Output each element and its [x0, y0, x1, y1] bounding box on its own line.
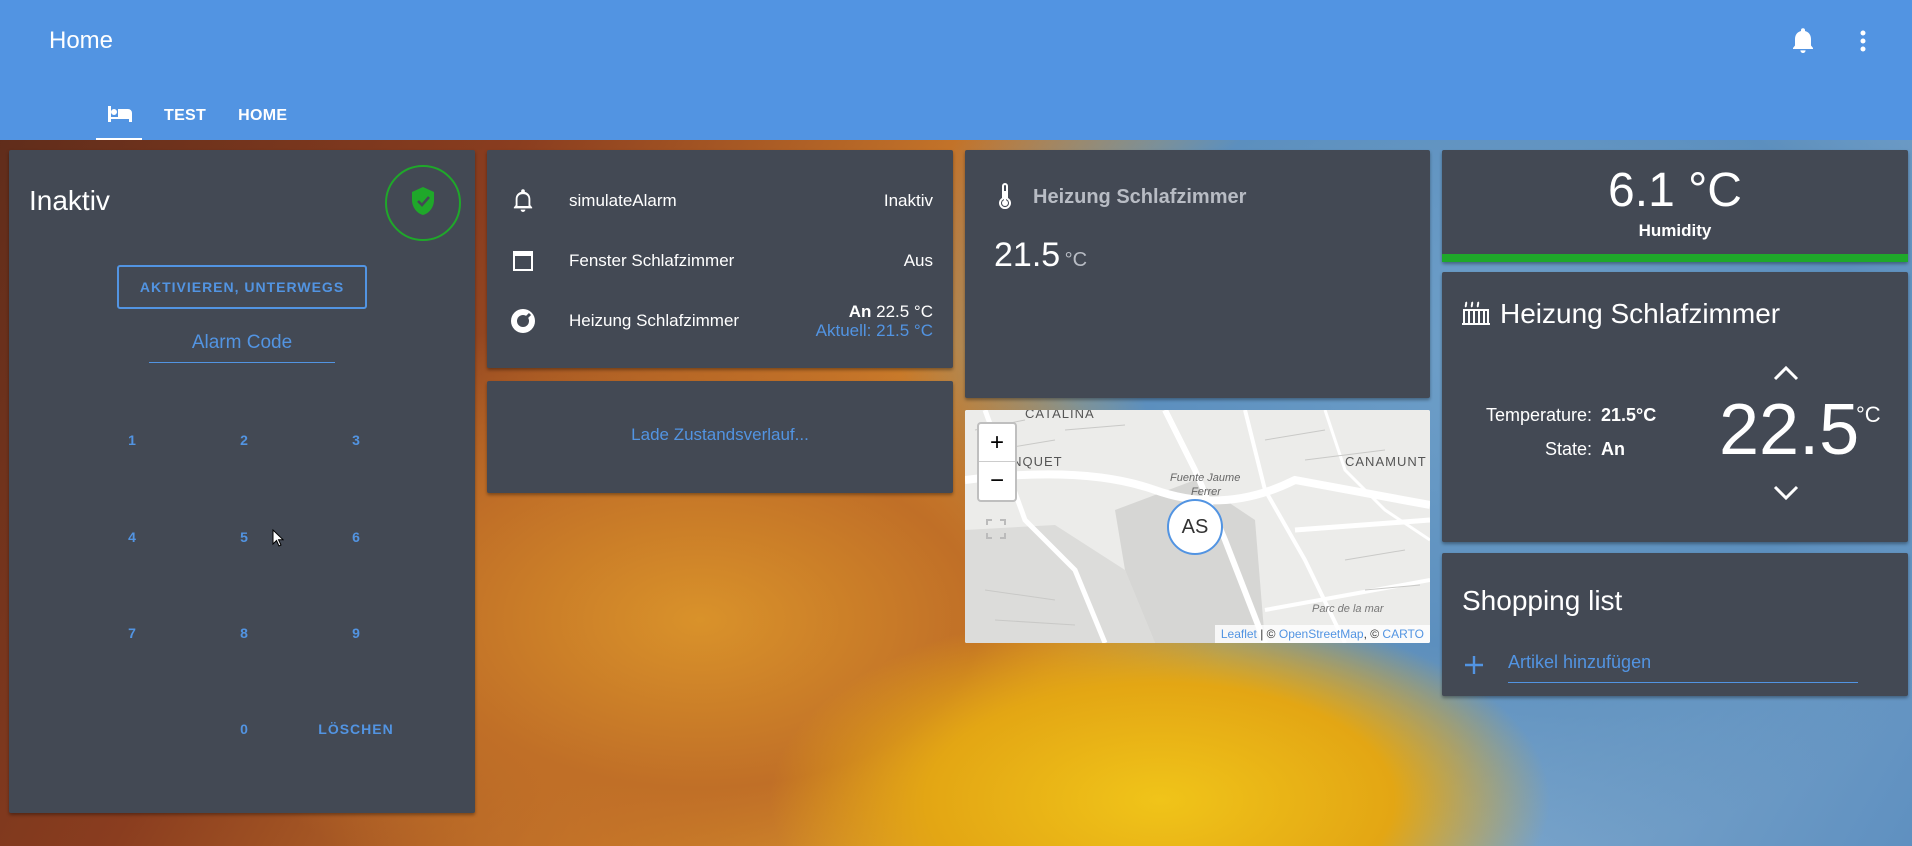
temperature-value: 21.5°C: [1601, 405, 1657, 425]
map-zoom-control: + −: [977, 422, 1017, 502]
target-unit: °C: [1856, 402, 1881, 427]
window-icon: [507, 250, 539, 272]
keypad-3[interactable]: 3: [311, 420, 401, 460]
arm-away-button[interactable]: AKTIVIEREN, UNTERWEGS: [117, 265, 367, 309]
attribution-sep: | ©: [1256, 627, 1279, 641]
shopping-list-card: Shopping list Artikel hinzufügen: [1442, 553, 1908, 696]
plus-icon[interactable]: [1464, 655, 1484, 680]
map-attribution: Leaflet | © OpenStreetMap, © CARTO: [1214, 625, 1430, 643]
leaflet-link[interactable]: Leaflet: [1221, 627, 1257, 641]
entity-state: Aus: [903, 251, 933, 270]
entity-row-heating[interactable]: Heizung Schlafzimmer An 22.5 °C Aktuell:…: [507, 301, 933, 341]
keypad-4[interactable]: 4: [87, 517, 177, 557]
history-graph-card: Lade Zustandsverlauf...: [487, 381, 953, 493]
map-label-fuente: Fuente Jaume: [1170, 472, 1241, 484]
add-item-input[interactable]: Artikel hinzufügen: [1508, 652, 1858, 683]
alarm-status-badge: [385, 165, 461, 241]
history-loading-text: Lade Zustandsverlauf...: [631, 425, 809, 444]
map-card[interactable]: CATALINA ONQUET Fuente Jaume Ferrer CANA…: [965, 410, 1430, 643]
keypad-6[interactable]: 6: [311, 517, 401, 557]
entity-row-window[interactable]: Fenster Schlafzimmer Aus: [507, 241, 933, 281]
thermostat-card: Heizung Schlafzimmer Temperature: 21.5°C…: [1442, 272, 1908, 542]
alarm-state: Inaktiv: [29, 185, 110, 216]
chevron-up-icon[interactable]: [1772, 364, 1800, 387]
view-tabs: TEST HOME: [96, 92, 297, 140]
entity-state: Inaktiv: [883, 191, 933, 210]
thermometer-icon: [997, 183, 1013, 214]
alarm-code-input[interactable]: Alarm Code: [149, 332, 335, 363]
more-vert-icon[interactable]: [1848, 26, 1878, 56]
radiator-icon: [1462, 300, 1490, 333]
gauge-bar: [1442, 254, 1908, 262]
state-label: State:: [1544, 439, 1592, 459]
tab-test[interactable]: TEST: [154, 92, 216, 140]
mouse-cursor-icon: [272, 528, 285, 552]
thermostat-name[interactable]: Heizung Schlafzimmer: [1500, 298, 1780, 330]
entities-card: simulateAlarm Inaktiv Fenster Schlafzimm…: [487, 150, 953, 368]
keypad-2[interactable]: 2: [199, 420, 289, 460]
tab-bedroom[interactable]: [96, 92, 142, 140]
state-value: An: [1601, 439, 1625, 459]
alarm-panel-card: Inaktiv AKTIVIEREN, UNTERWEGS Alarm Code…: [9, 150, 475, 813]
tab-home[interactable]: HOME: [228, 92, 297, 140]
entity-row-simulate-alarm[interactable]: simulateAlarm Inaktiv: [507, 181, 933, 221]
shield-check-icon: [410, 186, 436, 221]
attribution-sep: , ©: [1363, 627, 1383, 641]
map-entity-marker[interactable]: AS: [1167, 499, 1223, 555]
zoom-out-button[interactable]: −: [979, 462, 1015, 499]
target-temperature: 22.5: [1719, 390, 1860, 470]
sensor-value-group: 21.5 °C: [994, 236, 1087, 275]
bell-icon[interactable]: [1788, 26, 1818, 56]
entity-name: Fenster Schlafzimmer: [569, 251, 735, 270]
keypad-9[interactable]: 9: [311, 613, 401, 653]
heating-mode: An: [848, 302, 872, 321]
entity-state: An 22.5 °C Aktuell: 21.5 °C: [816, 302, 933, 340]
bed-icon: [106, 104, 134, 129]
sensor-card[interactable]: Heizung Schlafzimmer 21.5 °C: [965, 150, 1430, 398]
keypad-8[interactable]: 8: [199, 613, 289, 653]
map-label-ferrer: Ferrer: [1191, 486, 1221, 498]
entity-name: simulateAlarm: [569, 191, 677, 210]
carto-link[interactable]: CARTO: [1382, 627, 1424, 641]
gauge-value: 6.1 °C: [1608, 164, 1742, 217]
keypad-7[interactable]: 7: [87, 613, 177, 653]
bell-outline-icon: [507, 189, 539, 213]
zoom-in-button[interactable]: +: [979, 424, 1015, 462]
humidity-gauge-card[interactable]: 6.1 °C Humidity: [1442, 150, 1908, 262]
keypad-clear-button[interactable]: LÖSCHEN: [301, 709, 411, 749]
sensor-value: 21.5: [994, 236, 1061, 274]
thermostat-icon: [507, 308, 539, 334]
heating-current: Aktuell: 21.5 °C: [815, 321, 933, 340]
map-label-parc: Parc de la mar: [1312, 603, 1384, 615]
entity-name: Heizung Schlafzimmer: [569, 311, 740, 330]
osm-link[interactable]: OpenStreetMap: [1279, 627, 1364, 641]
heating-target: 22.5 °C: [876, 302, 933, 321]
page-title: Home: [49, 27, 114, 54]
gauge-name: Humidity: [1638, 221, 1712, 240]
map-label-catalina: CATALINA: [1025, 410, 1095, 421]
map-label-canamunt: CANAMUNT: [1345, 454, 1427, 469]
temperature-label: Temperature:: [1485, 405, 1592, 425]
keypad-1[interactable]: 1: [87, 420, 177, 460]
fit-bounds-icon[interactable]: [985, 518, 1007, 545]
app-header: Home TEST HOME: [0, 0, 1912, 140]
sensor-unit: °C: [1064, 249, 1088, 271]
chevron-down-icon[interactable]: [1772, 484, 1800, 507]
keypad-0[interactable]: 0: [199, 709, 289, 749]
sensor-name: Heizung Schlafzimmer: [1033, 186, 1247, 208]
shopping-list-title: Shopping list: [1462, 585, 1623, 616]
